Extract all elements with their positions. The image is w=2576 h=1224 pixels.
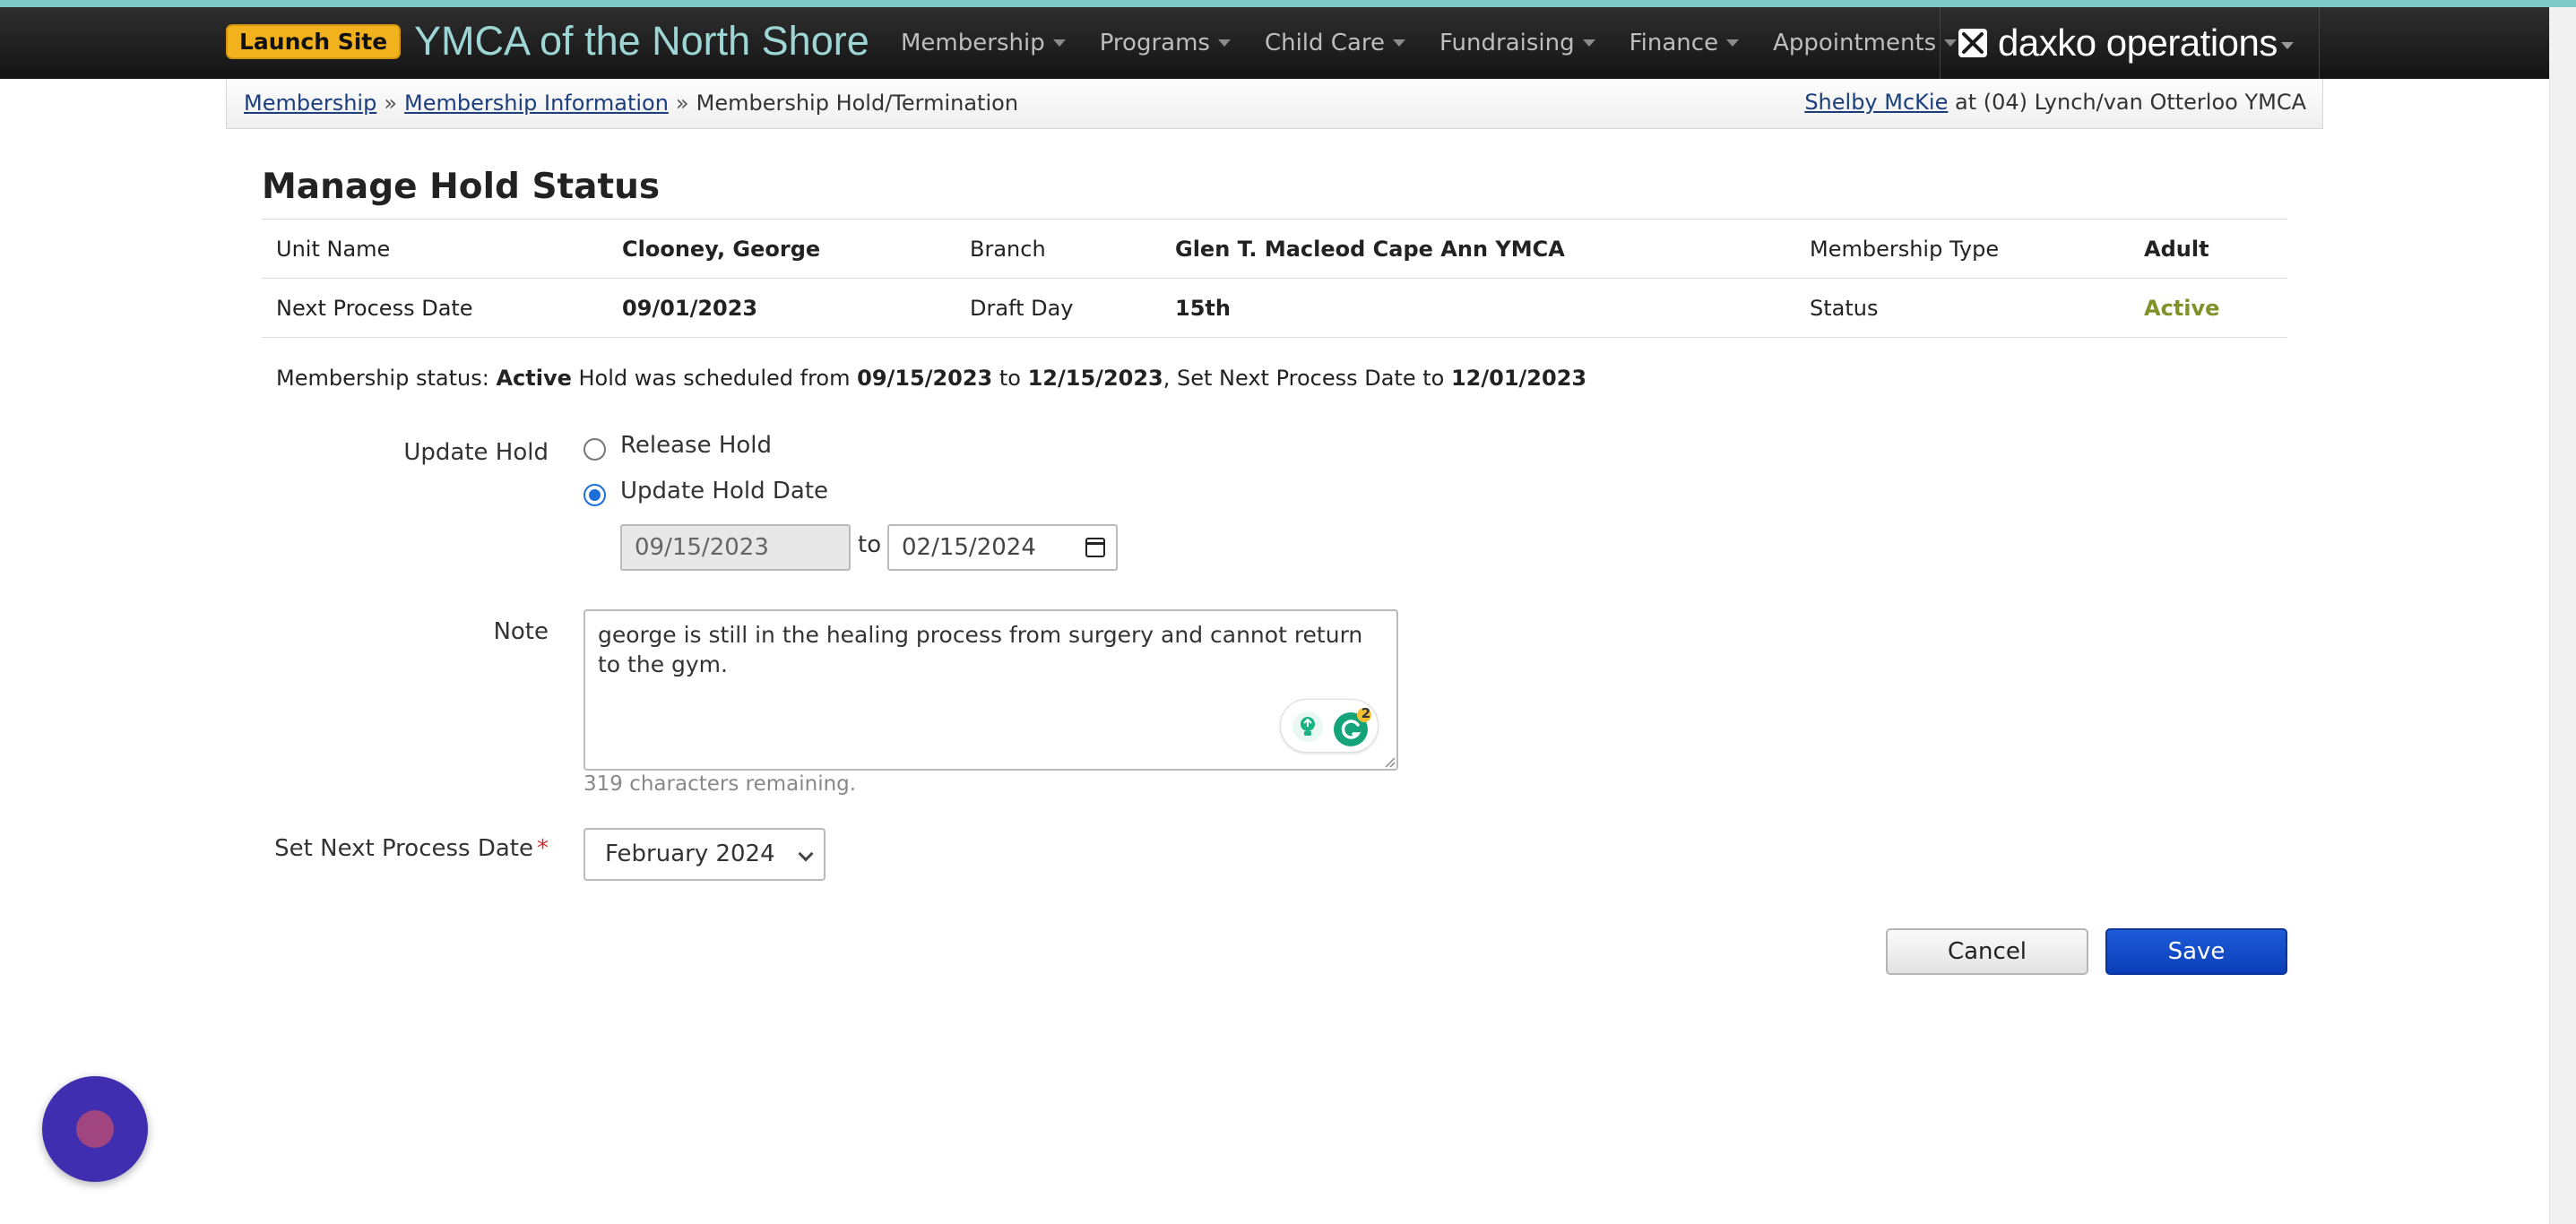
status-text: Hold was scheduled from xyxy=(571,366,858,391)
chevron-down-icon xyxy=(798,846,814,862)
caret-down-icon xyxy=(1052,39,1066,47)
hold-end-date-input[interactable]: 02/15/2024 xyxy=(887,524,1118,571)
next-process-date-select[interactable]: February 2024 xyxy=(583,828,826,881)
draft-day-value: 15th xyxy=(1161,278,1795,338)
note-textarea[interactable]: george is still in the healing process f… xyxy=(583,609,1398,771)
writing-assistant-widget[interactable]: 2 xyxy=(1280,699,1379,753)
daxko-product-menu[interactable]: daxko operations xyxy=(1940,7,2320,79)
suggestion-count-badge: 2 xyxy=(1361,705,1371,721)
update-hold-date-radio[interactable] xyxy=(583,484,606,506)
nav-label: Programs xyxy=(1099,30,1210,56)
main-nav: Membership Programs Child Care Fundraisi… xyxy=(901,7,1991,79)
release-hold-radio[interactable] xyxy=(583,438,606,461)
lightbulb-icon[interactable] xyxy=(1292,711,1324,743)
breadcrumb: Membership » Membership Information» Member… xyxy=(244,79,1018,127)
nav-label: Membership xyxy=(901,30,1045,56)
characters-remaining: 319 characters remaining. xyxy=(583,772,857,796)
breadcrumb-separator: » xyxy=(675,91,689,116)
nav-membership[interactable]: Membership xyxy=(901,30,1066,56)
caret-down-icon xyxy=(1217,39,1231,47)
hold-to-date: 12/15/2023 xyxy=(1027,366,1163,391)
resize-grip-icon[interactable] xyxy=(1381,754,1396,768)
table-row: Next Process Date 09/01/2023 Draft Day 1… xyxy=(262,278,2287,338)
hold-from-date: 09/15/2023 xyxy=(857,366,993,391)
top-accent-strip xyxy=(0,0,2576,7)
next-process-date-field-label: Set Next Process Date * xyxy=(274,835,549,862)
scheduled-next-date: 12/01/2023 xyxy=(1450,366,1587,391)
chat-launcher-button[interactable] xyxy=(42,1076,148,1182)
nav-appointments[interactable]: Appointments xyxy=(1773,30,1958,56)
breadcrumb-current: Membership Hold/Termination xyxy=(696,91,1019,116)
breadcrumb-separator: » xyxy=(384,91,398,116)
page-title: Manage Hold Status xyxy=(262,167,661,207)
status-text: Membership status: xyxy=(276,366,497,391)
status-value-bold: Active xyxy=(496,366,572,391)
unit-name-label: Unit Name xyxy=(262,219,608,279)
cancel-button[interactable]: Cancel xyxy=(1886,928,2088,975)
daxko-product-name: daxko operations xyxy=(1998,22,2278,64)
page-scrollbar[interactable] xyxy=(2549,7,2576,1224)
membership-type-label: Membership Type xyxy=(1795,219,2130,279)
nav-finance[interactable]: Finance xyxy=(1629,30,1740,56)
nav-fundraising[interactable]: Fundraising xyxy=(1439,30,1595,56)
required-asterisk: * xyxy=(537,835,549,862)
caret-down-icon xyxy=(1582,39,1595,47)
breadcrumb-membership-information[interactable]: Membership Information xyxy=(404,91,669,116)
status-text: , Set Next Process Date to xyxy=(1163,366,1451,391)
calendar-icon[interactable] xyxy=(1085,538,1105,557)
membership-type-value: Adult xyxy=(2130,219,2287,279)
next-process-date-selected: February 2024 xyxy=(605,840,775,867)
membership-info-table: Unit Name Clooney, George Branch Glen T.… xyxy=(262,219,2287,338)
chat-icon xyxy=(76,1110,114,1148)
status-value: Active xyxy=(2130,278,2287,338)
membership-status-line: Membership status: Active Hold was sched… xyxy=(276,366,1586,391)
save-button[interactable]: Save xyxy=(2105,928,2287,975)
user-info: Shelby McKie at (04) Lynch/van Otterloo … xyxy=(1804,79,2306,125)
table-row: Unit Name Clooney, George Branch Glen T.… xyxy=(262,219,2287,279)
status-text: to xyxy=(992,366,1028,391)
launch-site-button[interactable]: Launch Site xyxy=(226,24,402,59)
brand-title[interactable]: YMCA of the North Shore xyxy=(414,14,869,68)
branch-value: Glen T. Macleod Cape Ann YMCA xyxy=(1161,219,1795,279)
hold-end-date-value: 02/15/2024 xyxy=(902,534,1036,561)
nav-label: Fundraising xyxy=(1439,30,1575,56)
release-hold-label[interactable]: Release Hold xyxy=(620,432,772,459)
field-label-text: Set Next Process Date xyxy=(274,835,533,862)
next-process-date-label: Next Process Date xyxy=(262,278,608,338)
caret-down-icon xyxy=(1393,39,1406,47)
update-hold-date-label[interactable]: Update Hold Date xyxy=(620,478,828,504)
date-range-to-label: to xyxy=(858,531,882,558)
nav-programs[interactable]: Programs xyxy=(1100,30,1231,56)
caret-down-icon xyxy=(2280,42,2294,49)
hold-start-date-input: 09/15/2023 xyxy=(620,524,851,571)
nav-child-care[interactable]: Child Care xyxy=(1264,30,1406,56)
breadcrumb-membership[interactable]: Membership xyxy=(244,91,376,116)
user-location: at (04) Lynch/van Otterloo YMCA xyxy=(1954,90,2306,115)
nav-label: Child Care xyxy=(1264,30,1386,56)
breadcrumb-bar: Membership » Membership Information» Member… xyxy=(226,79,2323,129)
caret-down-icon xyxy=(1726,39,1740,47)
branch-label: Branch xyxy=(955,219,1161,279)
draft-day-label: Draft Day xyxy=(955,278,1161,338)
status-label: Status xyxy=(1795,278,2130,338)
user-name-link[interactable]: Shelby McKie xyxy=(1804,90,1948,115)
nav-label: Finance xyxy=(1629,30,1719,56)
nav-label: Appointments xyxy=(1773,30,1937,56)
daxko-logo-icon xyxy=(1958,29,1987,57)
unit-name-value: Clooney, George xyxy=(608,219,955,279)
next-process-date-value: 09/01/2023 xyxy=(608,278,955,338)
update-hold-label: Update Hold xyxy=(403,439,549,466)
note-label: Note xyxy=(493,618,549,645)
